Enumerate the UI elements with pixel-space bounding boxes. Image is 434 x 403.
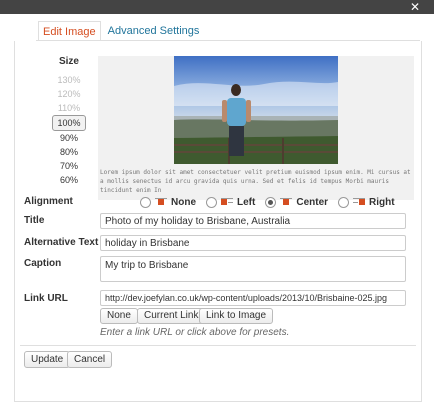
title-label: Title xyxy=(24,215,45,226)
close-icon[interactable]: ✕ xyxy=(408,0,422,14)
align-none-label: None xyxy=(171,196,196,208)
footer-divider xyxy=(20,345,416,346)
link-url-label: Link URL xyxy=(24,293,68,304)
edit-image-dialog: Edit Image Advanced Settings Size 130% 1… xyxy=(0,14,434,403)
size-label: Size xyxy=(58,56,79,67)
align-left-radio[interactable] xyxy=(206,196,217,208)
size-option-60[interactable]: 60% xyxy=(52,173,86,187)
size-option-100[interactable]: 100% xyxy=(52,115,86,131)
size-selector: Size 130% 120% 110% 100% 90% 80% 70% 60% xyxy=(52,56,86,187)
align-center-label: Center xyxy=(296,196,329,208)
align-none-option[interactable]: None xyxy=(140,196,196,208)
preview-photo xyxy=(174,56,338,164)
caption-label: Caption xyxy=(24,258,62,269)
alt-text-label: Alternative Text xyxy=(24,237,99,248)
caption-textarea[interactable]: My trip to Brisbane xyxy=(100,256,406,282)
alignment-options: None Left Center Right xyxy=(140,195,405,209)
dialog-titlebar: ✕ xyxy=(0,0,434,14)
cancel-button[interactable]: Cancel xyxy=(67,351,113,368)
size-option-90[interactable]: 90% xyxy=(52,131,86,145)
align-right-option[interactable]: Right xyxy=(338,196,395,208)
tab-bar: Edit Image Advanced Settings xyxy=(38,20,204,43)
align-left-icon xyxy=(221,198,233,206)
align-left-option[interactable]: Left xyxy=(206,196,256,208)
align-left-label: Left xyxy=(237,196,256,208)
tab-advanced-settings[interactable]: Advanced Settings xyxy=(104,21,204,41)
align-right-icon xyxy=(353,198,366,206)
link-current-button[interactable]: Current Link xyxy=(137,308,206,324)
preview-caption-text: Lorem ipsum dolor sit amet consectetuer … xyxy=(100,169,411,194)
size-option-120[interactable]: 120% xyxy=(52,87,86,101)
link-hint: Enter a link URL or click above for pres… xyxy=(100,327,290,338)
align-right-radio[interactable] xyxy=(338,196,350,208)
link-to-image-button[interactable]: Link to Image xyxy=(199,308,274,324)
align-none-icon xyxy=(155,198,167,206)
size-option-130[interactable]: 130% xyxy=(52,73,86,87)
title-input[interactable] xyxy=(100,213,406,229)
image-preview: Lorem ipsum dolor sit amet consectetuer … xyxy=(98,56,414,200)
link-none-button[interactable]: None xyxy=(100,308,138,324)
align-center-icon xyxy=(280,198,293,206)
size-option-80[interactable]: 80% xyxy=(52,145,86,159)
update-button[interactable]: Update xyxy=(24,351,71,368)
align-center-option[interactable]: Center xyxy=(265,196,329,208)
align-right-label: Right xyxy=(369,196,395,208)
alt-text-input[interactable] xyxy=(100,235,406,251)
size-option-70[interactable]: 70% xyxy=(52,159,86,173)
align-center-radio[interactable] xyxy=(265,196,277,208)
size-option-110[interactable]: 110% xyxy=(52,101,86,115)
alignment-label: Alignment xyxy=(24,196,73,207)
link-url-input[interactable] xyxy=(100,290,406,306)
align-none-radio[interactable] xyxy=(140,196,151,208)
